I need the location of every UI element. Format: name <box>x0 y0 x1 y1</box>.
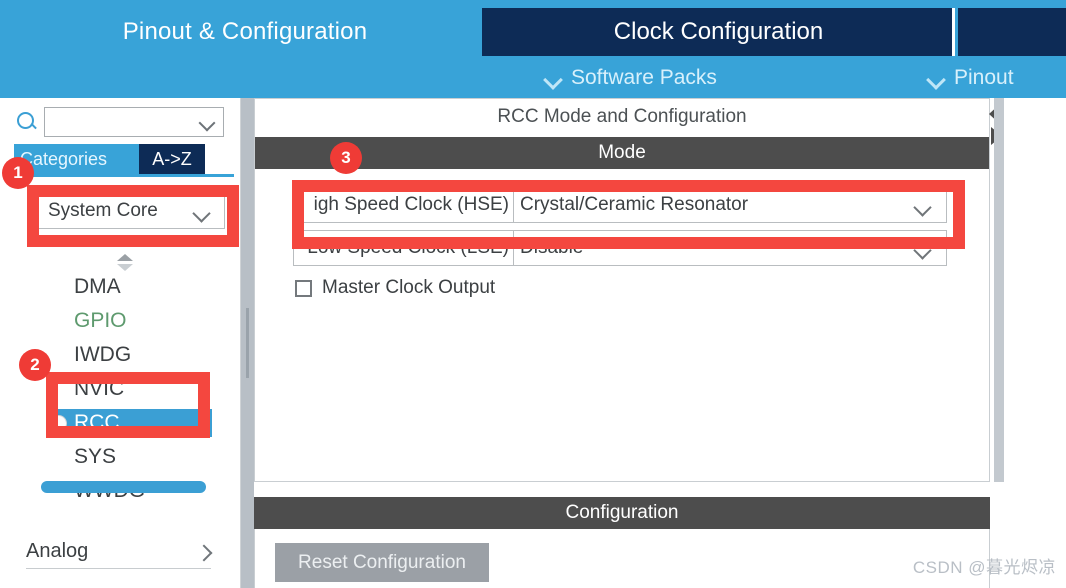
checkbox-master-clock-output[interactable]: Master Clock Output <box>295 275 495 301</box>
menu-pinout[interactable]: Pinout <box>928 60 1014 96</box>
checkbox-icon[interactable] <box>295 279 312 297</box>
annotation-badge-2: 2 <box>19 349 51 381</box>
row-high-speed-clock: igh Speed Clock (HSE) Crystal/Ceramic Re… <box>293 187 947 223</box>
radio-indicator-icon <box>50 415 67 432</box>
select-high-speed-clock-value: Crystal/Ceramic Resonator <box>520 194 749 215</box>
annotation-badge-3: 3 <box>330 142 362 174</box>
configuration-section-body: Reset Configuration <box>254 529 990 588</box>
sidebar: Categories A->Z System Core DMA GPIO IWD… <box>0 98 241 588</box>
menu-pinout-label: Pinout <box>954 66 1014 89</box>
tab-clock-configuration[interactable]: Clock Configuration <box>482 8 955 56</box>
menu-software-packs[interactable]: Software Packs <box>545 60 717 96</box>
tabs-underline <box>14 174 234 177</box>
configuration-section-header: Configuration <box>254 497 990 529</box>
list-item-sys[interactable]: SYS <box>0 440 239 474</box>
row-low-speed-clock: Low Speed Clock (LSE) Disable <box>293 230 947 266</box>
label-low-speed-clock: Low Speed Clock (LSE) <box>293 230 513 266</box>
select-low-speed-clock[interactable]: Disable <box>513 230 947 266</box>
sidebar-scrollbar-thumb[interactable] <box>41 481 206 493</box>
reset-configuration-button[interactable]: Reset Configuration <box>275 543 489 582</box>
category-select-system-core[interactable]: System Core <box>37 193 225 229</box>
annotation-badge-1: 1 <box>2 157 34 189</box>
page-title: RCC Mode and Configuration <box>255 99 989 135</box>
menu-software-packs-label: Software Packs <box>571 66 717 89</box>
chevron-down-icon <box>916 244 932 254</box>
mode-section-header: Mode <box>255 137 989 169</box>
chevron-down-icon <box>928 73 945 83</box>
category-select-value: System Core <box>48 200 158 221</box>
watermark: CSDN @暮光烬凉 <box>912 558 1056 577</box>
chevron-down-icon[interactable] <box>201 117 215 126</box>
tab-extra-area[interactable] <box>958 8 1066 56</box>
peripheral-list: DMA GPIO IWDG NVIC RCC SYS WWDG <box>0 270 239 508</box>
main-panel: RCC Mode and Configuration Mode igh Spee… <box>254 98 1066 588</box>
tab-a-to-z[interactable]: A->Z <box>139 144 205 174</box>
list-item-dma[interactable]: DMA <box>0 270 239 304</box>
tab-pinout-and-configuration[interactable]: Pinout & Configuration <box>8 8 482 56</box>
sidebar-view-tabs: Categories A->Z <box>14 144 234 174</box>
chevron-down-icon <box>545 73 562 83</box>
select-high-speed-clock[interactable]: Crystal/Ceramic Resonator <box>513 187 947 223</box>
chevron-down-icon <box>195 207 210 217</box>
checkbox-master-clock-output-label: Master Clock Output <box>322 277 496 298</box>
sidebar-group-analog-label: Analog <box>26 540 89 562</box>
search-row <box>14 104 234 140</box>
right-scroll-strip[interactable] <box>994 98 1004 482</box>
search-input[interactable] <box>44 107 224 137</box>
list-item-rcc-label: RCC <box>74 411 120 434</box>
chevron-down-icon <box>916 201 932 211</box>
chevron-right-icon <box>197 544 211 560</box>
select-low-speed-clock-value: Disable <box>520 237 584 258</box>
top-tab-bar: Pinout & Configuration Clock Configurati… <box>0 0 1066 98</box>
search-input-field[interactable] <box>48 108 200 136</box>
list-item-rcc[interactable]: RCC <box>50 406 212 440</box>
sidebar-group-analog[interactable]: Analog <box>26 535 211 569</box>
panel-splitter[interactable] <box>241 98 254 588</box>
list-item-gpio[interactable]: GPIO <box>0 304 239 338</box>
rcc-mode-panel: RCC Mode and Configuration Mode igh Spee… <box>254 98 1002 482</box>
label-high-speed-clock: igh Speed Clock (HSE) <box>293 187 513 223</box>
search-icon <box>14 109 40 135</box>
